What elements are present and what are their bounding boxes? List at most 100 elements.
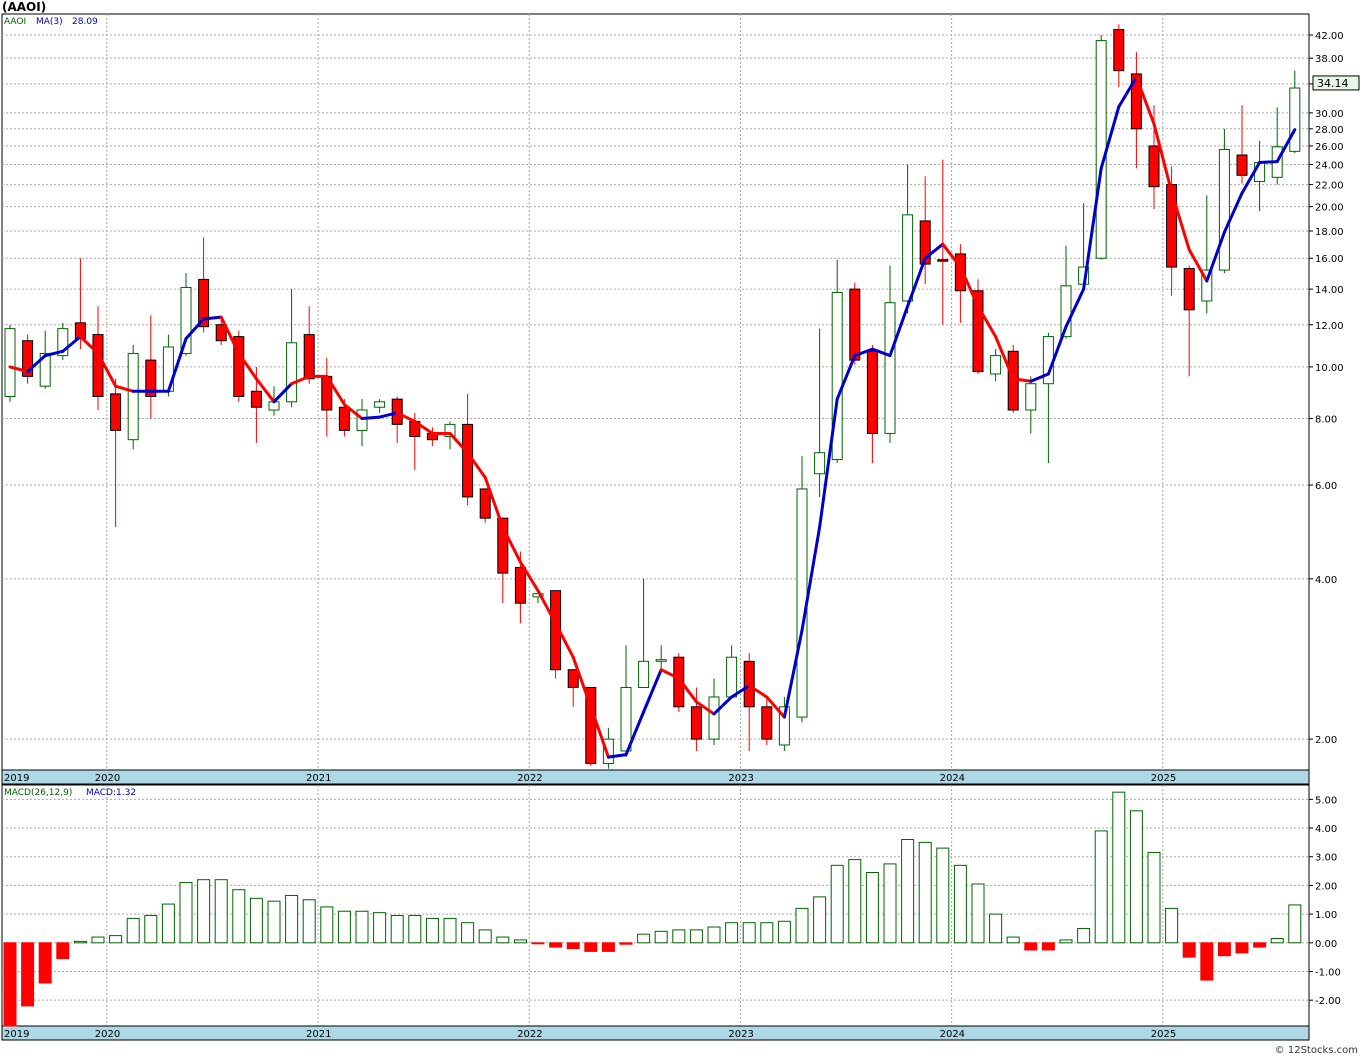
macd-bar: [971, 883, 985, 944]
macd-bar: [179, 882, 193, 944]
macd-bar: [689, 929, 703, 944]
macd-bar: [777, 920, 791, 944]
macd-tick-label: 5.00: [1315, 795, 1337, 806]
x-axis-band: [1, 1025, 1310, 1041]
x-tick-label: 2025: [1151, 773, 1176, 784]
macd-bar: [725, 922, 739, 944]
macd-tick-label: 0.00: [1315, 939, 1337, 950]
macd-bar: [73, 940, 87, 944]
candle-body: [849, 288, 861, 361]
x-tick-label: 2019: [4, 773, 29, 784]
x-tick-label: 2021: [306, 1029, 331, 1040]
price-tick-label: 42.00: [1315, 31, 1344, 42]
macd-bar: [232, 889, 246, 944]
macd-bar: [637, 933, 651, 944]
candle-body: [4, 328, 16, 397]
candle-body: [1148, 145, 1160, 188]
macd-bar: [285, 894, 299, 944]
candle-body: [338, 406, 350, 431]
candle-body: [303, 334, 315, 380]
candle-body: [250, 390, 262, 408]
candle-body: [866, 350, 878, 434]
x-tick-label: 2023: [728, 1029, 753, 1040]
macd-bar: [3, 942, 17, 1027]
watermark: © 12Stocks.com: [1274, 1045, 1358, 1056]
candle-body: [902, 214, 914, 302]
macd-legend-label: MACD(26,12,9): [4, 788, 72, 798]
macd-bar: [883, 863, 897, 944]
candle-body: [638, 660, 650, 689]
candle-body: [1113, 29, 1125, 72]
price-tick-label: 12.00: [1315, 321, 1344, 332]
x-tick-label: 2020: [95, 1029, 120, 1040]
price-tick-label: 2.00: [1315, 735, 1337, 746]
candle-body: [655, 659, 667, 662]
x-tick-label: 2022: [517, 773, 542, 784]
macd-bar: [830, 864, 844, 944]
macd-bar: [1165, 907, 1179, 944]
macd-bar: [1129, 810, 1143, 944]
candle-body: [567, 669, 579, 689]
macd-bar: [214, 879, 228, 944]
price-tick-label: 20.00: [1315, 203, 1344, 214]
ma3-segment: [202, 315, 223, 321]
macd-bar: [654, 930, 668, 944]
macd-bar: [813, 896, 827, 944]
macd-bar: [390, 915, 404, 944]
macd-bar: [197, 879, 211, 944]
macd-tick-label: 4.00: [1315, 824, 1337, 835]
macd-bar: [1235, 942, 1249, 954]
macd-bar: [126, 917, 140, 944]
macd-bar: [56, 942, 70, 960]
macd-tick-label: 2.00: [1315, 881, 1337, 892]
price-tick-label: 24.00: [1315, 160, 1344, 171]
price-tick-label: 14.00: [1315, 285, 1344, 296]
macd-bar: [461, 922, 475, 944]
candle-body: [286, 342, 298, 403]
candle-body: [690, 706, 702, 740]
macd-bar: [1270, 937, 1284, 944]
last-price-label: 34.14: [1317, 77, 1349, 90]
candle-body: [620, 687, 632, 752]
macd-bar: [91, 936, 105, 944]
x-tick-label: 2025: [1151, 1029, 1176, 1040]
ma3-segment: [360, 415, 382, 421]
candle-body: [814, 452, 826, 475]
x-tick-label: 2024: [940, 773, 965, 784]
candle-body: [1289, 87, 1301, 152]
candle-body: [1236, 154, 1248, 176]
macd-bar: [1112, 791, 1126, 944]
macd-panel: 2019 2020 2021 2022 2023 2024 2025 -2.00 -1.00 0.…: [1, 784, 1341, 1041]
macd-bar: [901, 839, 915, 944]
macd-bar: [1041, 942, 1055, 951]
macd-bar: [549, 942, 563, 948]
macd-bar: [443, 917, 457, 944]
macd-bar: [795, 907, 809, 944]
candle-body: [514, 567, 526, 604]
macd-bar: [38, 942, 52, 984]
price-tick-label: 22.00: [1315, 181, 1344, 192]
price-tick-label: 28.00: [1315, 125, 1344, 136]
price-tick-label: 4.00: [1315, 575, 1337, 586]
price-tick-label: 38.00: [1315, 54, 1344, 65]
macd-bar: [302, 899, 316, 944]
macd-bar: [1094, 830, 1108, 944]
macd-bar: [936, 847, 950, 944]
candle-body: [180, 286, 192, 354]
stock-chart: 2019 2020 2021 2022 2023 2024 2025 2.00 4.00 6.00…: [1, 13, 1360, 1041]
macd-bar: [337, 910, 351, 944]
macd-bar: [989, 913, 1003, 944]
macd-tick-label: 3.00: [1315, 853, 1337, 864]
candle-body: [990, 355, 1002, 375]
x-tick-label: 2021: [306, 773, 331, 784]
candle-body: [356, 409, 368, 431]
macd-bar: [320, 906, 334, 944]
macd-bar: [707, 926, 721, 944]
x-tick-label: 2020: [95, 773, 120, 784]
candle-body: [708, 696, 720, 740]
macd-bar: [513, 939, 527, 944]
macd-bar: [742, 922, 756, 944]
candle-body: [479, 488, 491, 519]
macd-bar: [1217, 942, 1231, 957]
candle-body: [92, 334, 104, 397]
